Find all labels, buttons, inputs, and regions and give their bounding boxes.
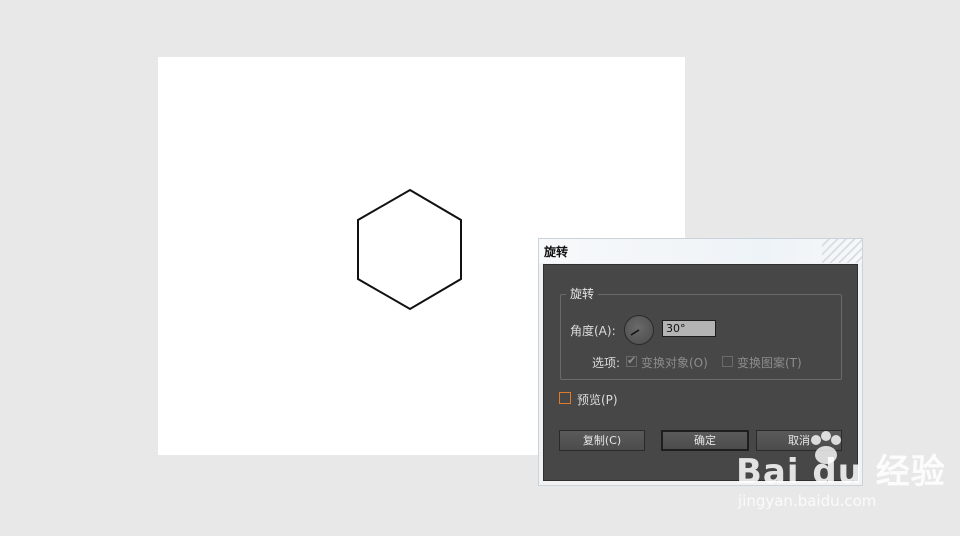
angle-input[interactable]: [662, 320, 716, 337]
titlebar-decoration: [822, 239, 862, 263]
transform-objects-checkbox[interactable]: [626, 354, 637, 367]
transform-objects-label: 变换对象(O): [641, 356, 708, 370]
dialog-title: 旋转: [544, 245, 569, 259]
baidu-watermark: Bai du 经验 jingyan.baidu.com: [736, 430, 960, 520]
dialog-titlebar[interactable]: 旋转: [539, 239, 862, 263]
copy-button[interactable]: 复制(C): [559, 430, 645, 451]
preview-checkbox[interactable]: [559, 392, 571, 404]
angle-label: 角度(A):: [570, 324, 616, 338]
transform-patterns-checkbox[interactable]: [722, 356, 733, 367]
watermark-brand: Bai du 经验: [736, 452, 946, 492]
dial-needle-icon: [630, 329, 640, 336]
options-label: 选项:: [592, 356, 621, 370]
transform-patterns-label: 变换图案(T): [737, 356, 802, 370]
rotate-group: 旋转 角度(A): 选项: 变换对象(O) 变换图案(T): [560, 285, 842, 380]
group-title: 旋转: [566, 285, 599, 302]
preview-label: 预览(P): [577, 393, 618, 407]
angle-dial[interactable]: [624, 315, 654, 345]
watermark-url: jingyan.baidu.com: [738, 492, 877, 510]
